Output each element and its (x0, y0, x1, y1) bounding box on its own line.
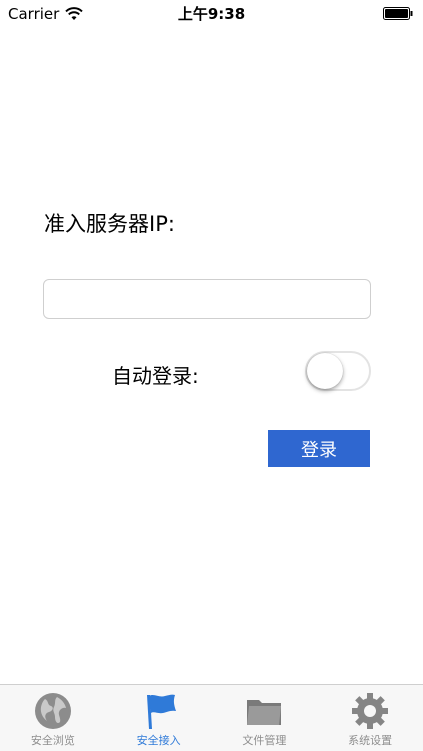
tab-label: 安全浏览 (30, 734, 75, 747)
flag-icon (146, 694, 176, 729)
tab-secure-access[interactable]: 安全接入 (106, 685, 212, 751)
tab-label: 安全接入 (136, 734, 181, 747)
server-ip-label: 准入服务器IP: (44, 212, 175, 236)
status-bar: Carrier 上午9:38 (0, 0, 423, 28)
status-time: 上午9:38 (177, 5, 246, 23)
tab-label: 文件管理 (242, 734, 287, 747)
auto-login-label: 自动登录: (112, 364, 199, 388)
gear-icon (352, 693, 389, 729)
tab-system-settings[interactable]: 系统设置 (317, 685, 423, 751)
tab-label: 系统设置 (348, 734, 393, 747)
tab-secure-browse[interactable]: 安全浏览 (0, 685, 106, 751)
login-button[interactable]: 登录 (268, 430, 370, 467)
battery-icon (383, 7, 413, 20)
toggle-knob (307, 353, 343, 389)
folder-icon (247, 700, 282, 725)
server-ip-input[interactable] (43, 279, 371, 319)
auto-login-toggle[interactable] (305, 351, 371, 391)
tab-file-manager[interactable]: 文件管理 (212, 685, 318, 751)
globe-icon (34, 693, 71, 729)
tab-bar: 安全浏览 安全接入 文件管理 系统设置 (0, 684, 423, 751)
